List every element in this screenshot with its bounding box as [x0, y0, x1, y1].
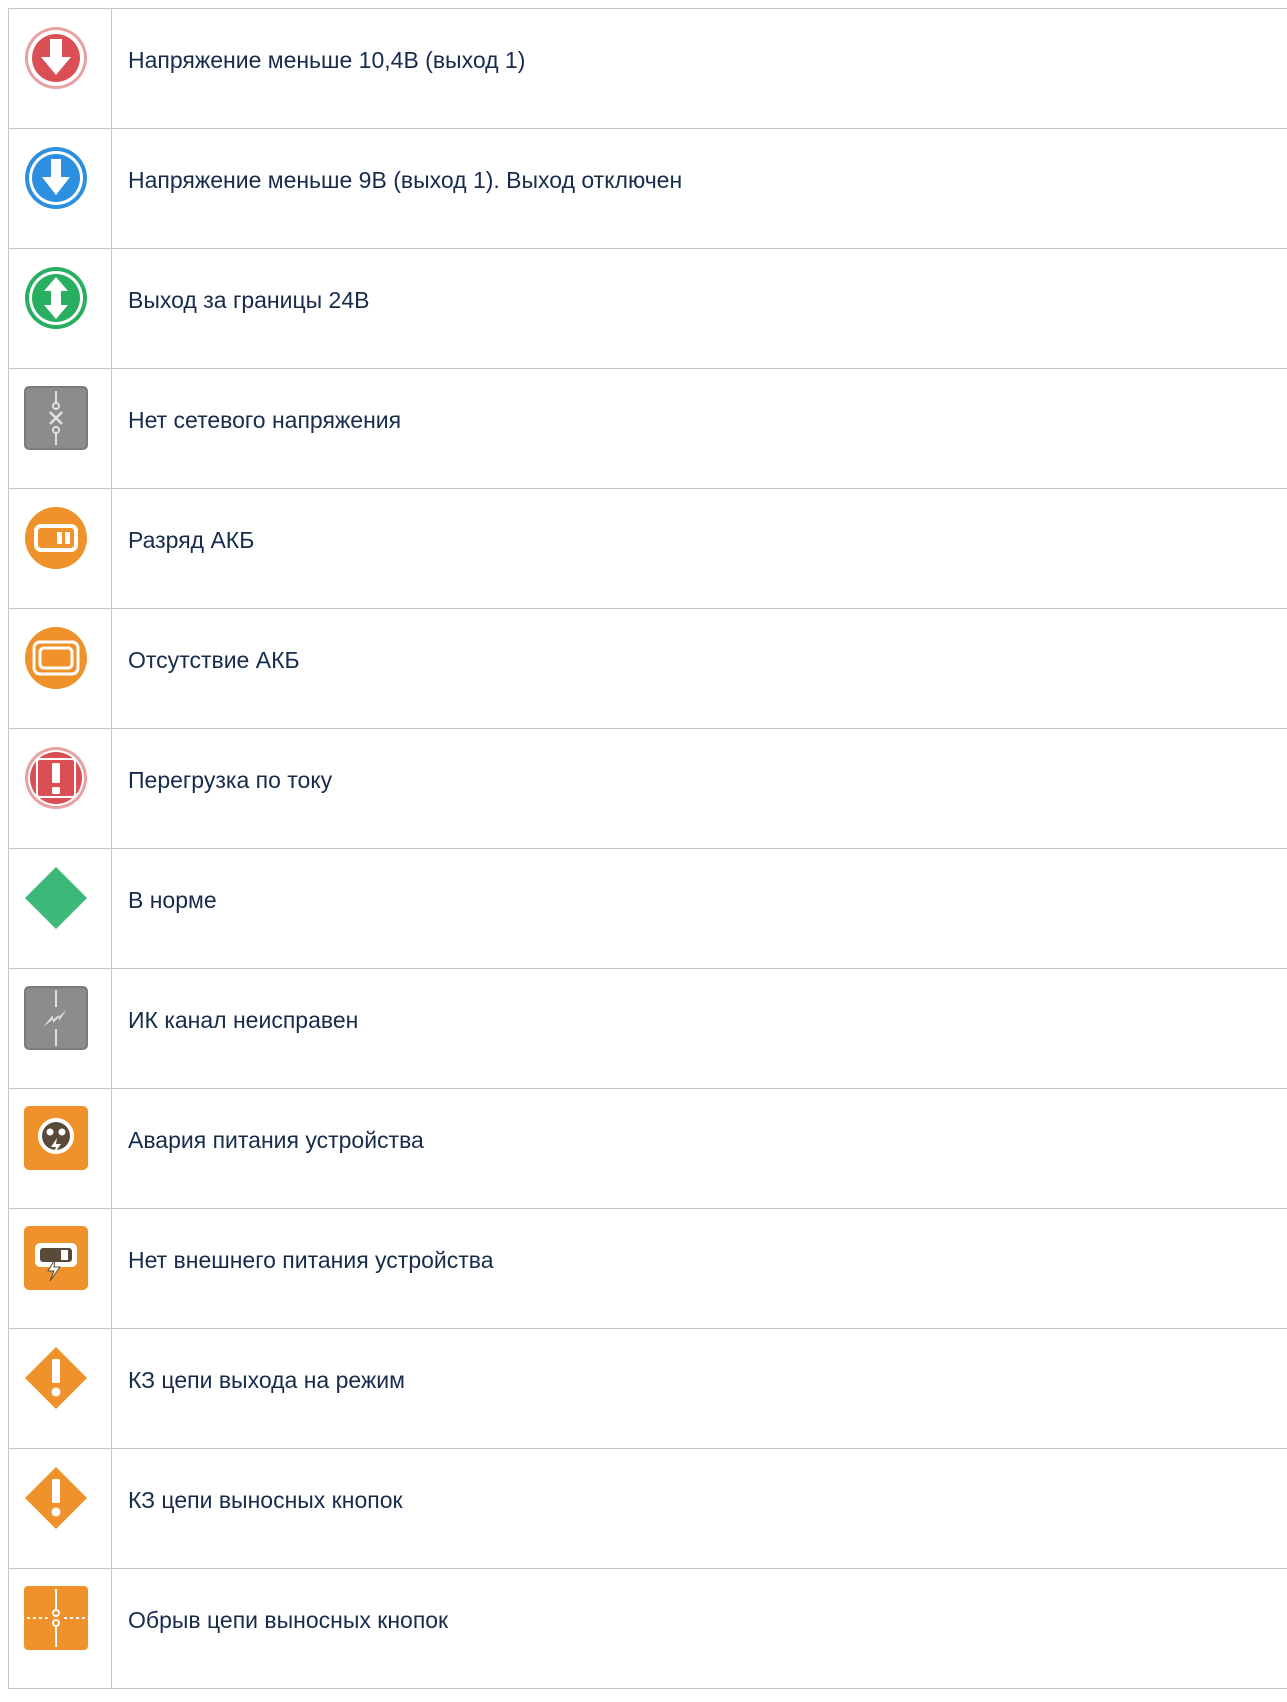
- table-row: Обрыв цепи выносных кнопок: [8, 1568, 1287, 1689]
- table-row: Отсутствие АКБ: [8, 608, 1287, 729]
- status-description: Разряд АКБ: [111, 488, 1287, 609]
- battery-missing-icon: [25, 627, 87, 689]
- remote-buttons-short-icon: [25, 1467, 87, 1529]
- voltage-down-blue-icon: [25, 147, 87, 209]
- status-description: Выход за границы 24В: [111, 248, 1287, 369]
- table-row: Напряжение меньше 9В (выход 1). Выход от…: [8, 128, 1287, 249]
- table-row: КЗ цепи выносных кнопок: [8, 1448, 1287, 1569]
- status-description: Напряжение меньше 9В (выход 1). Выход от…: [111, 128, 1287, 249]
- table-row: В норме: [8, 848, 1287, 969]
- normal-status-icon: [25, 867, 87, 929]
- table-row: ИК канал неисправен: [8, 968, 1287, 1089]
- no-external-power-icon: [24, 1226, 88, 1290]
- status-description: Нет внешнего питания устройства: [111, 1208, 1287, 1329]
- status-description: Напряжение меньше 10,4В (выход 1): [111, 8, 1287, 129]
- table-row: Выход за границы 24В: [8, 248, 1287, 369]
- status-description: В норме: [111, 848, 1287, 969]
- table-row: Нет сетевого напряжения: [8, 368, 1287, 489]
- status-description: Перегрузка по току: [111, 728, 1287, 849]
- status-description: Обрыв цепи выносных кнопок: [111, 1568, 1287, 1689]
- mode-circuit-short-icon: [25, 1347, 87, 1409]
- current-overload-icon: [25, 747, 87, 809]
- table-row: Напряжение меньше 10,4В (выход 1): [8, 8, 1287, 129]
- remote-buttons-break-icon: [24, 1586, 88, 1650]
- table-row: Авария питания устройства: [8, 1088, 1287, 1209]
- voltage-out-of-range-icon: [25, 267, 87, 329]
- table-row: Перегрузка по току: [8, 728, 1287, 849]
- status-description: ИК канал неисправен: [111, 968, 1287, 1089]
- table-row: Нет внешнего питания устройства: [8, 1208, 1287, 1329]
- ir-channel-fault-icon: [24, 986, 88, 1050]
- voltage-down-red-icon: [25, 27, 87, 89]
- battery-discharged-icon: [25, 507, 87, 569]
- device-power-failure-icon: [24, 1106, 88, 1170]
- table-row: КЗ цепи выхода на режим: [8, 1328, 1287, 1449]
- status-description: КЗ цепи выносных кнопок: [111, 1448, 1287, 1569]
- table-row: Разряд АКБ: [8, 488, 1287, 609]
- no-mains-voltage-icon: [24, 386, 88, 450]
- status-table: Напряжение меньше 10,4В (выход 1) Напряж…: [8, 8, 1287, 1689]
- status-description: Нет сетевого напряжения: [111, 368, 1287, 489]
- status-description: Авария питания устройства: [111, 1088, 1287, 1209]
- status-description: Отсутствие АКБ: [111, 608, 1287, 729]
- status-description: КЗ цепи выхода на режим: [111, 1328, 1287, 1449]
